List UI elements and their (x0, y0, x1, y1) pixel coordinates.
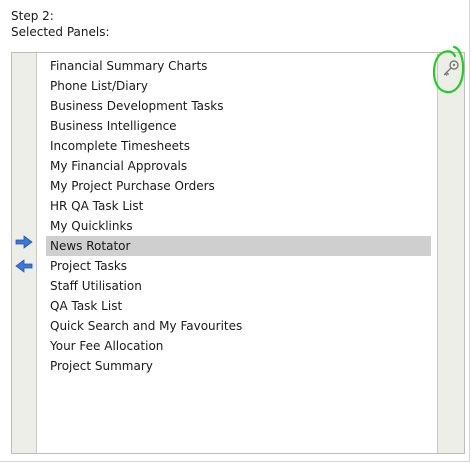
list-item[interactable]: Project Summary (46, 356, 431, 376)
list-item[interactable]: Business Intelligence (46, 116, 431, 136)
list-item[interactable]: QA Task List (46, 296, 431, 316)
list-item[interactable]: Quick Search and My Favourites (46, 316, 431, 336)
list-item[interactable]: Incomplete Timesheets (46, 136, 431, 156)
arrow-left-icon[interactable] (15, 259, 33, 273)
list-item[interactable]: Phone List/Diary (46, 76, 431, 96)
list-item[interactable]: My Project Purchase Orders (46, 176, 431, 196)
key-icon[interactable] (442, 59, 460, 77)
list-item[interactable]: Business Development Tasks (46, 96, 431, 116)
step-header: Step 2: Selected Panels: (11, 8, 110, 40)
list-item[interactable]: News Rotator (46, 236, 431, 256)
list-item[interactable]: Your Fee Allocation (46, 336, 431, 356)
step-title: Step 2: (11, 9, 54, 23)
panel-selection-section: Step 2: Selected Panels: Financial Summa… (0, 0, 470, 462)
arrow-right-icon[interactable] (15, 235, 33, 249)
list-item[interactable]: My Quicklinks (46, 216, 431, 236)
selected-panels-box: Financial Summary Charts Phone List/Diary… (11, 52, 465, 454)
list-item[interactable]: Staff Utilisation (46, 276, 431, 296)
list-item[interactable]: HR QA Task List (46, 196, 431, 216)
list-item[interactable]: My Financial Approvals (46, 156, 431, 176)
properties-column (437, 53, 464, 453)
selected-panels-label: Selected Panels: (11, 25, 110, 39)
move-controls (12, 53, 37, 453)
selected-panels-list: Financial Summary Charts Phone List/Diary… (46, 56, 431, 376)
list-item[interactable]: Financial Summary Charts (46, 56, 431, 76)
list-item[interactable]: Project Tasks (46, 256, 431, 276)
